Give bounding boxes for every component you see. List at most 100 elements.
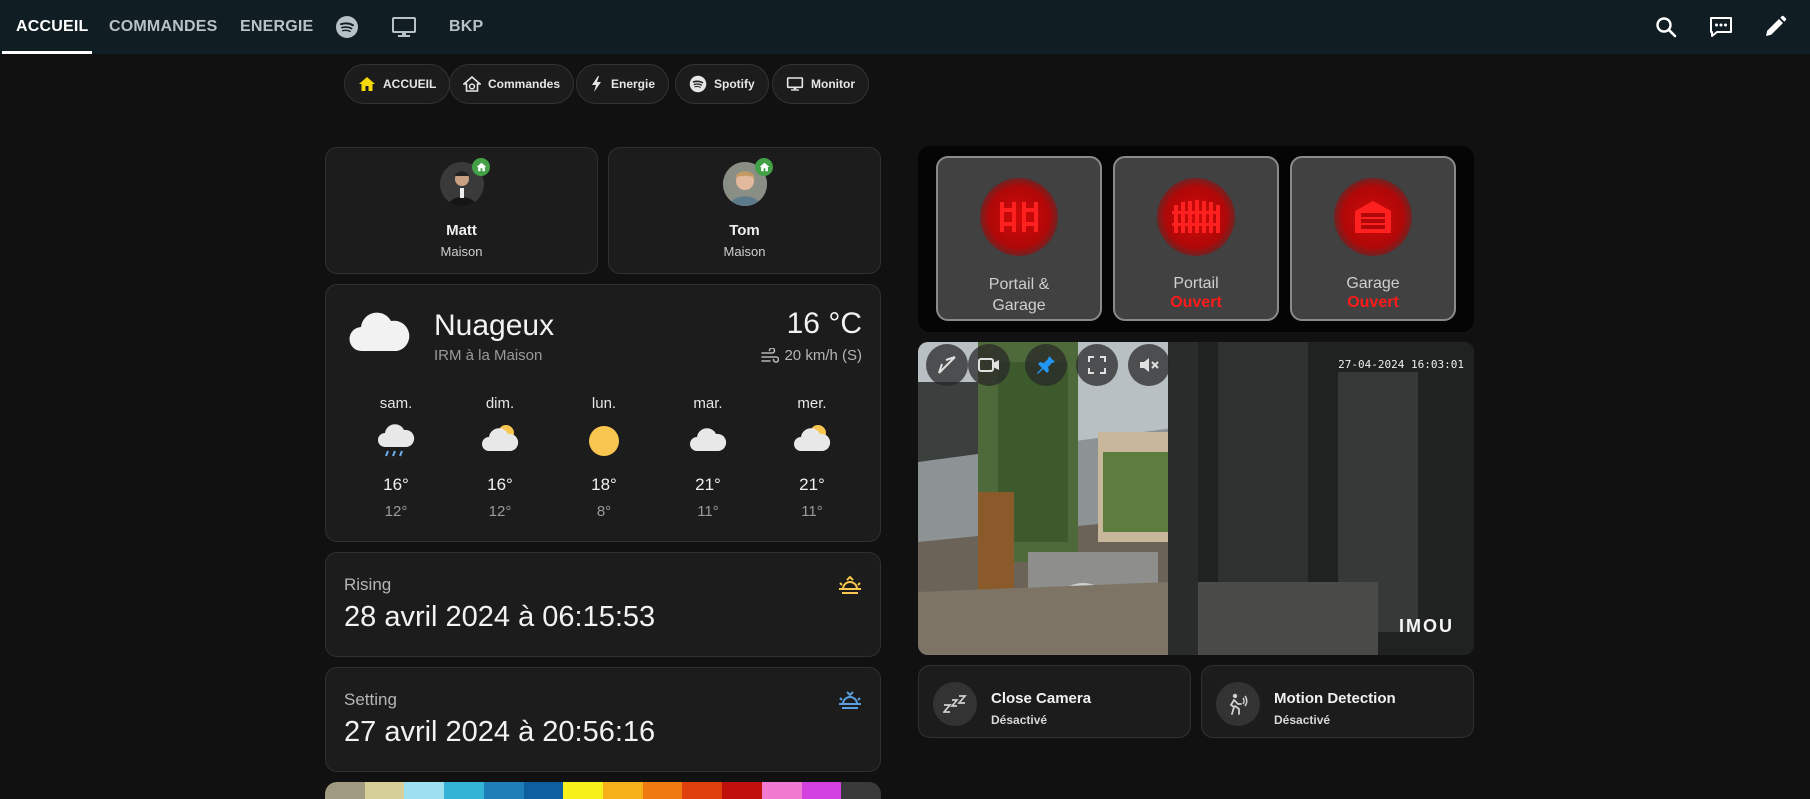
cloud-icon — [690, 428, 727, 451]
forecast-high: 21° — [799, 475, 825, 494]
weather-source: IRM à la Maison — [434, 347, 543, 364]
monitor-icon — [786, 77, 804, 91]
motion-sensor-icon — [1216, 682, 1260, 726]
spotify-icon[interactable] — [333, 13, 361, 41]
camera-image — [918, 342, 1474, 655]
partly-cloudy-icon — [794, 425, 831, 451]
entity-name: Motion Detection — [1274, 690, 1396, 707]
forecast-day: sam. — [379, 395, 413, 412]
sun-icon — [589, 426, 619, 456]
edit-icon[interactable] — [1761, 13, 1789, 41]
record-video-icon[interactable] — [968, 344, 1010, 386]
top-app-bar: ACCUEIL COMMANDES ENERGIE BKP — [0, 0, 1810, 54]
gate-label: Portail & — [988, 276, 1050, 293]
forecast-day: dim. — [485, 395, 515, 412]
chip-commandes[interactable]: Commandes — [449, 64, 575, 104]
chip-monitor[interactable]: Monitor — [772, 64, 869, 104]
rain-cloud-icon — [378, 424, 415, 457]
chip-label: Monitor — [811, 77, 855, 91]
tab-commandes[interactable]: COMMANDES — [109, 0, 217, 54]
entity-state: Désactivé — [991, 713, 1048, 727]
camera-timestamp: 27-04-2024 16:03:01 — [1338, 358, 1464, 371]
forecast-low: 12° — [488, 503, 512, 520]
gate-state: Ouvert — [1170, 294, 1222, 311]
chip-label: Spotify — [714, 77, 755, 91]
chip-accueil[interactable]: ACCUEIL — [344, 64, 451, 104]
chip-energie[interactable]: Energie — [576, 64, 670, 104]
garage-door-icon — [1334, 178, 1412, 256]
forecast-day: mar. — [693, 395, 723, 412]
chip-label: Commandes — [488, 77, 561, 91]
assist-icon[interactable] — [1707, 13, 1735, 41]
spotify-icon — [689, 75, 707, 93]
motion-detection-card[interactable]: Motion Detection Désactivé — [1201, 665, 1474, 738]
forecast-high: 16° — [383, 475, 409, 494]
sleep-icon — [933, 682, 977, 726]
sunrise-card[interactable]: Rising 28 avril 2024 à 06:15:53 — [325, 552, 881, 657]
tab-accueil[interactable]: ACCUEIL — [16, 0, 89, 54]
sunrise-title: Rising — [344, 575, 392, 594]
chip-spotify[interactable]: Spotify — [675, 64, 769, 104]
home-icon — [359, 77, 375, 91]
home-icon — [472, 158, 490, 176]
house-gear-icon — [463, 76, 481, 92]
gate-button-garage[interactable]: Garage Ouvert — [1290, 156, 1456, 321]
person-card-matt[interactable]: Matt Maison — [325, 147, 598, 274]
sunrise-value: 28 avril 2024 à 06:15:53 — [344, 601, 656, 633]
search-icon[interactable] — [1652, 13, 1680, 41]
sunset-icon — [839, 691, 861, 709]
forecast-low: 11° — [801, 503, 823, 520]
home-icon — [755, 158, 773, 176]
pin-icon[interactable] — [1025, 344, 1067, 386]
mute-icon[interactable] — [1128, 344, 1170, 386]
partly-cloudy-icon — [482, 425, 519, 451]
gate-button-portail[interactable]: Portail Ouvert — [1113, 156, 1279, 321]
sunset-card[interactable]: Setting 27 avril 2024 à 20:56:16 — [325, 667, 881, 772]
lightning-icon — [592, 76, 601, 92]
weather-temperature: 16 °C — [786, 307, 862, 340]
gate-label-line2: Garage — [992, 297, 1046, 314]
forecast-day: mer. — [797, 395, 827, 412]
wind-icon — [761, 347, 780, 363]
forecast-high: 16° — [487, 475, 513, 494]
gate-label: Portail — [1173, 275, 1219, 292]
person-state: Maison — [440, 244, 483, 259]
cloud-icon — [349, 312, 410, 352]
tab-energie[interactable]: ENERGIE — [240, 0, 313, 54]
entity-state: Désactivé — [1274, 713, 1331, 727]
forecast-low: 11° — [697, 503, 719, 520]
sunset-title: Setting — [344, 690, 397, 709]
radar-map-preview — [325, 782, 881, 799]
weather-wind: 20 km/h (S) — [761, 347, 862, 364]
forecast-high: 21° — [695, 475, 721, 494]
wind-value: 20 km/h (S) — [784, 347, 862, 364]
camera-brand-watermark: IMOU — [1399, 616, 1454, 636]
gate-state: Ouvert — [1347, 294, 1399, 311]
ptz-icon[interactable] — [926, 344, 968, 386]
close-camera-card[interactable]: Close Camera Désactivé — [918, 665, 1191, 738]
gate-double-icon — [980, 178, 1058, 256]
person-card-tom[interactable]: Tom Maison — [608, 147, 881, 274]
fullscreen-icon[interactable] — [1076, 344, 1118, 386]
monitor-icon[interactable] — [390, 13, 418, 41]
forecast-low: 12° — [384, 503, 408, 520]
person-name: Matt — [446, 222, 477, 239]
gate-label: Garage — [1346, 275, 1400, 292]
tab-bkp[interactable]: BKP — [449, 0, 483, 54]
active-tab-indicator — [2, 51, 92, 54]
sunset-value: 27 avril 2024 à 20:56:16 — [344, 716, 656, 748]
camera-feed[interactable]: 27-04-2024 16:03:01 IMOU — [918, 342, 1474, 655]
weather-condition: Nuageux — [434, 309, 555, 342]
gate-button-portail-garage[interactable]: Portail & Garage — [936, 156, 1102, 321]
entity-name: Close Camera — [991, 690, 1092, 707]
person-name: Tom — [729, 222, 760, 239]
sunrise-icon — [839, 575, 861, 594]
forecast-low: 8° — [596, 503, 612, 520]
gate-fence-icon — [1157, 178, 1235, 256]
forecast-day: lun. — [591, 395, 617, 412]
person-state: Maison — [723, 244, 766, 259]
chip-label: ACCUEIL — [383, 77, 437, 91]
chip-label: Energie — [611, 77, 656, 91]
weather-card[interactable]: Nuageux IRM à la Maison 16 °C 20 km/h (S… — [325, 284, 881, 542]
forecast-high: 18° — [591, 475, 617, 494]
